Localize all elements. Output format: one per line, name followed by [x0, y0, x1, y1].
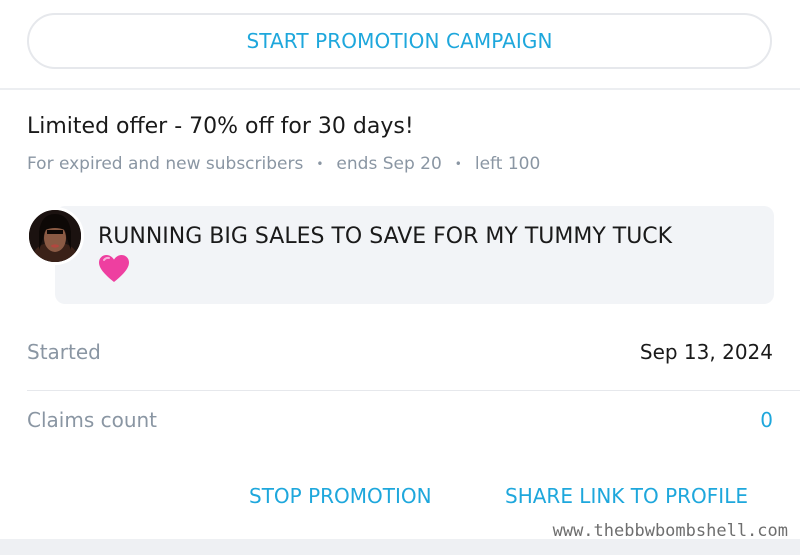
claims-count-link[interactable]: 0: [760, 408, 773, 432]
claims-row: Claims count 0: [27, 408, 773, 432]
stop-promotion-button[interactable]: STOP PROMOTION: [249, 484, 432, 508]
section-divider: [0, 88, 800, 90]
started-row: Started Sep 13, 2024: [27, 340, 773, 364]
offer-remaining: left 100: [474, 154, 541, 174]
campaign-header: START PROMOTION CAMPAIGN: [0, 0, 800, 88]
claims-label: Claims count: [27, 408, 158, 432]
message-body: RUNNING BIG SALES TO SAVE FOR MY TUMMY T…: [98, 224, 673, 249]
offer-title: Limited offer - 70% off for 30 days!: [27, 114, 414, 139]
started-value: Sep 13, 2024: [639, 340, 773, 364]
offer-audience: For expired and new subscribers: [27, 154, 304, 174]
bottom-bar: [0, 539, 800, 555]
start-promotion-campaign-button[interactable]: START PROMOTION CAMPAIGN: [27, 13, 772, 69]
avatar-portrait-icon: [29, 210, 81, 262]
watermark-text: www.thebbwbombshell.com: [552, 521, 788, 541]
started-label: Started: [27, 340, 101, 364]
row-divider: [27, 390, 800, 391]
promo-message-text: RUNNING BIG SALES TO SAVE FOR MY TUMMY T…: [98, 220, 758, 295]
meta-separator: •: [454, 157, 462, 171]
meta-separator: •: [316, 157, 324, 171]
pink-heart-icon: [98, 254, 130, 295]
share-link-to-profile-button[interactable]: SHARE LINK TO PROFILE: [505, 484, 748, 508]
offer-meta: For expired and new subscribers • ends S…: [27, 154, 540, 174]
avatar[interactable]: [26, 207, 84, 265]
offer-end-date: ends Sep 20: [336, 154, 442, 174]
